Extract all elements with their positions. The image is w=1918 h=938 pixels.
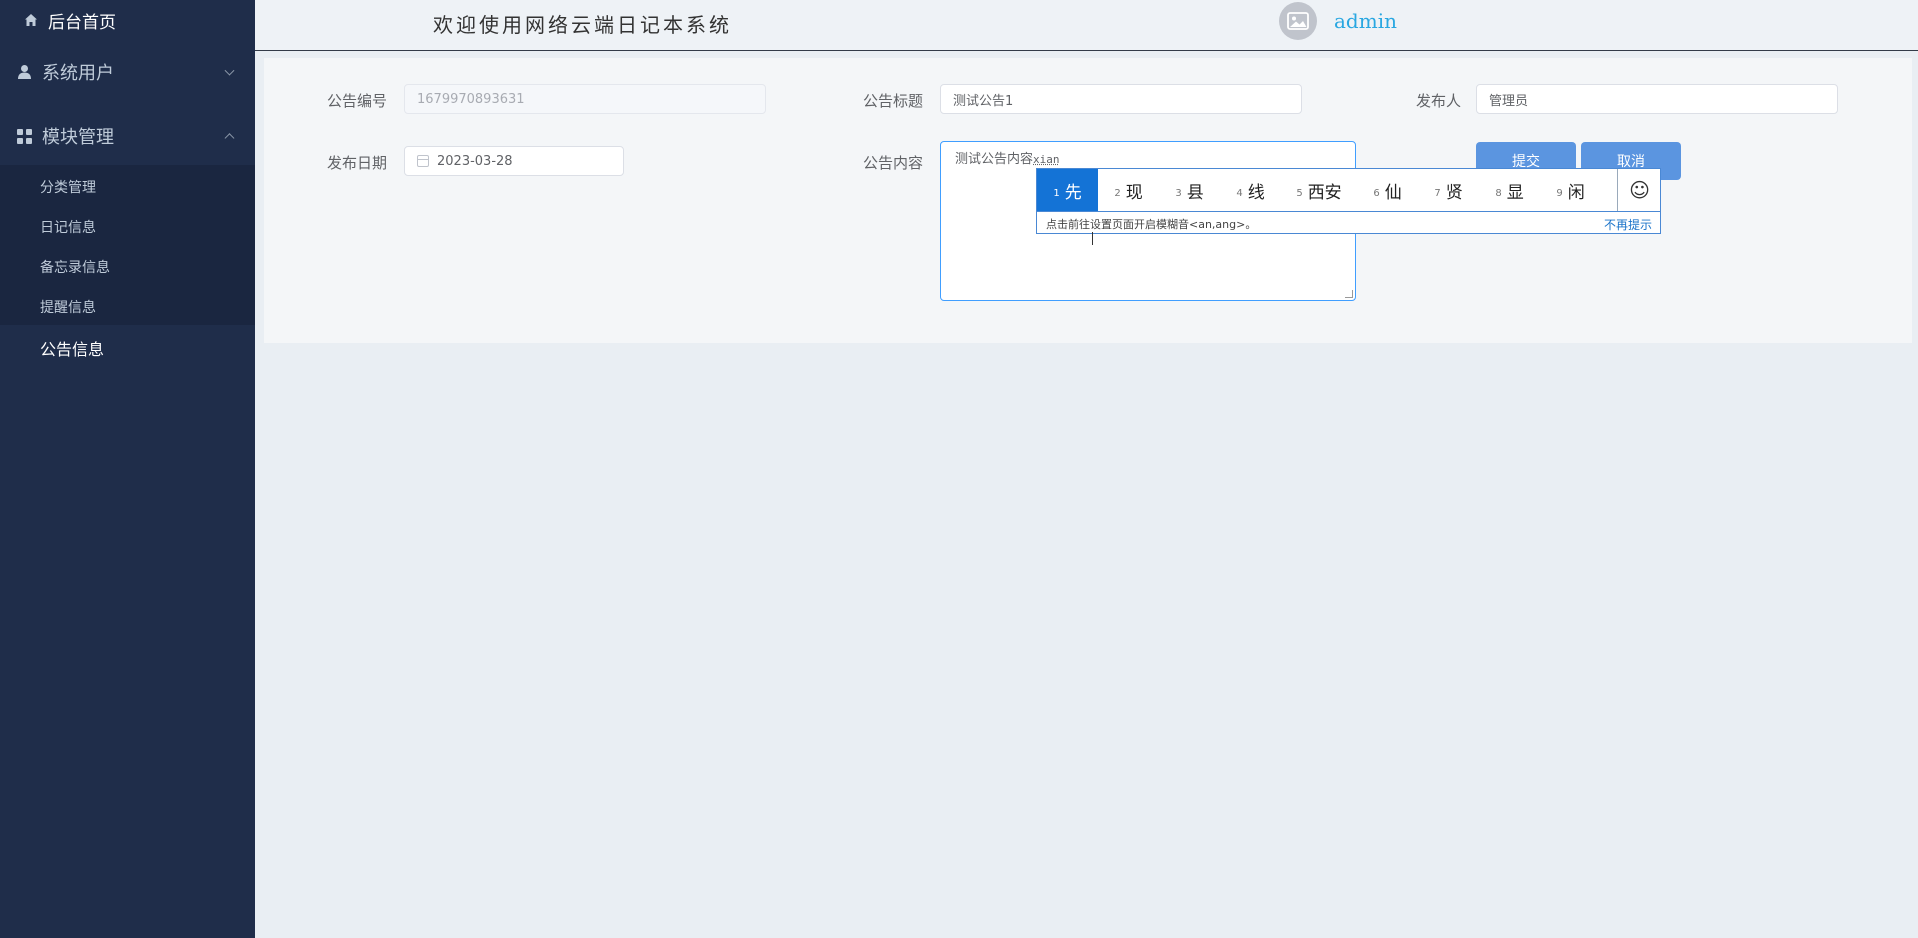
emoji-icon[interactable]: ☺ bbox=[1617, 169, 1661, 211]
ime-candidate[interactable]: 5 西安 bbox=[1281, 169, 1357, 211]
publish-date-label: 发布日期 bbox=[327, 154, 388, 172]
sidebar-item-memo[interactable]: 备忘录信息 bbox=[0, 249, 255, 285]
image-icon bbox=[1287, 12, 1309, 30]
ime-composition-text: xian bbox=[1033, 153, 1060, 166]
ime-candidate-popup: 1先 2现 3县 4线 5 西安 6仙 7贤 8显 9闲 ☺ 点击前往设置页面开启… bbox=[1036, 168, 1661, 234]
notice-id-field: 1679970893631 bbox=[404, 84, 766, 114]
grid-icon bbox=[17, 128, 32, 144]
publish-date-field[interactable]: 2023-03-28 bbox=[404, 146, 624, 176]
notice-content-label: 公告内容 bbox=[863, 154, 924, 172]
notice-title-label: 公告标题 bbox=[863, 92, 924, 110]
ime-candidate[interactable]: 7贤 bbox=[1418, 169, 1479, 211]
chevron-up-icon bbox=[224, 133, 235, 144]
username[interactable]: admin bbox=[1334, 9, 1397, 33]
sidebar-item-home[interactable]: 后台首页 bbox=[0, 0, 255, 40]
ime-candidate-row: 1先 2现 3县 4线 5 西安 6仙 7贤 8显 9闲 bbox=[1037, 169, 1617, 211]
chevron-down-icon bbox=[224, 65, 235, 76]
notice-id-label: 公告编号 bbox=[327, 92, 388, 110]
top-header: 欢迎使用网络云端日记本系统 admin bbox=[255, 0, 1918, 51]
ime-candidate[interactable]: 2现 bbox=[1098, 169, 1159, 211]
sidebar-item-label: 公告信息 bbox=[40, 340, 105, 359]
sidebar-item-reminder[interactable]: 提醒信息 bbox=[0, 289, 255, 325]
calendar-icon bbox=[417, 155, 429, 167]
home-icon bbox=[25, 14, 37, 26]
ime-candidate[interactable]: 3县 bbox=[1159, 169, 1220, 211]
sidebar-item-label: 系统用户 bbox=[42, 63, 114, 84]
ime-candidate[interactable]: 8显 bbox=[1479, 169, 1540, 211]
sidebar-item-diary[interactable]: 日记信息 bbox=[0, 209, 255, 245]
ime-candidate[interactable]: 1先 bbox=[1037, 169, 1098, 211]
sidebar-item-label: 后台首页 bbox=[48, 12, 116, 33]
modules-submenu: 分类管理 日记信息 备忘录信息 提醒信息 bbox=[0, 165, 255, 325]
ime-divider bbox=[1037, 211, 1660, 212]
ime-dismiss-link[interactable]: 不再提示 bbox=[1604, 216, 1652, 233]
ime-candidate[interactable]: 9闲 bbox=[1540, 169, 1601, 211]
ime-candidate[interactable]: 4线 bbox=[1220, 169, 1281, 211]
publisher-field[interactable]: 管理员 bbox=[1476, 84, 1838, 114]
sidebar-item-users[interactable]: 系统用户 bbox=[0, 52, 255, 92]
welcome-title: 欢迎使用网络云端日记本系统 bbox=[433, 13, 732, 37]
text-cursor-icon bbox=[1092, 232, 1098, 245]
resize-handle[interactable] bbox=[1345, 290, 1353, 298]
avatar[interactable] bbox=[1279, 2, 1317, 40]
notice-title-field[interactable]: 测试公告1 bbox=[940, 84, 1302, 114]
sidebar-item-label: 模块管理 bbox=[42, 127, 114, 148]
user-icon bbox=[18, 65, 31, 79]
publisher-label: 发布人 bbox=[1416, 92, 1462, 110]
sidebar-item-notice[interactable]: 公告信息 bbox=[0, 328, 255, 368]
sidebar-item-modules[interactable]: 模块管理 bbox=[0, 116, 255, 156]
sidebar: 后台首页 系统用户 模块管理 分类管理 日记信息 备忘录信息 提醒信息 公告信息 bbox=[0, 0, 255, 938]
sidebar-item-category[interactable]: 分类管理 bbox=[0, 169, 255, 205]
ime-hint-text[interactable]: 点击前往设置页面开启模糊音<an,ang>。 bbox=[1046, 216, 1256, 232]
ime-candidate[interactable]: 6仙 bbox=[1357, 169, 1418, 211]
